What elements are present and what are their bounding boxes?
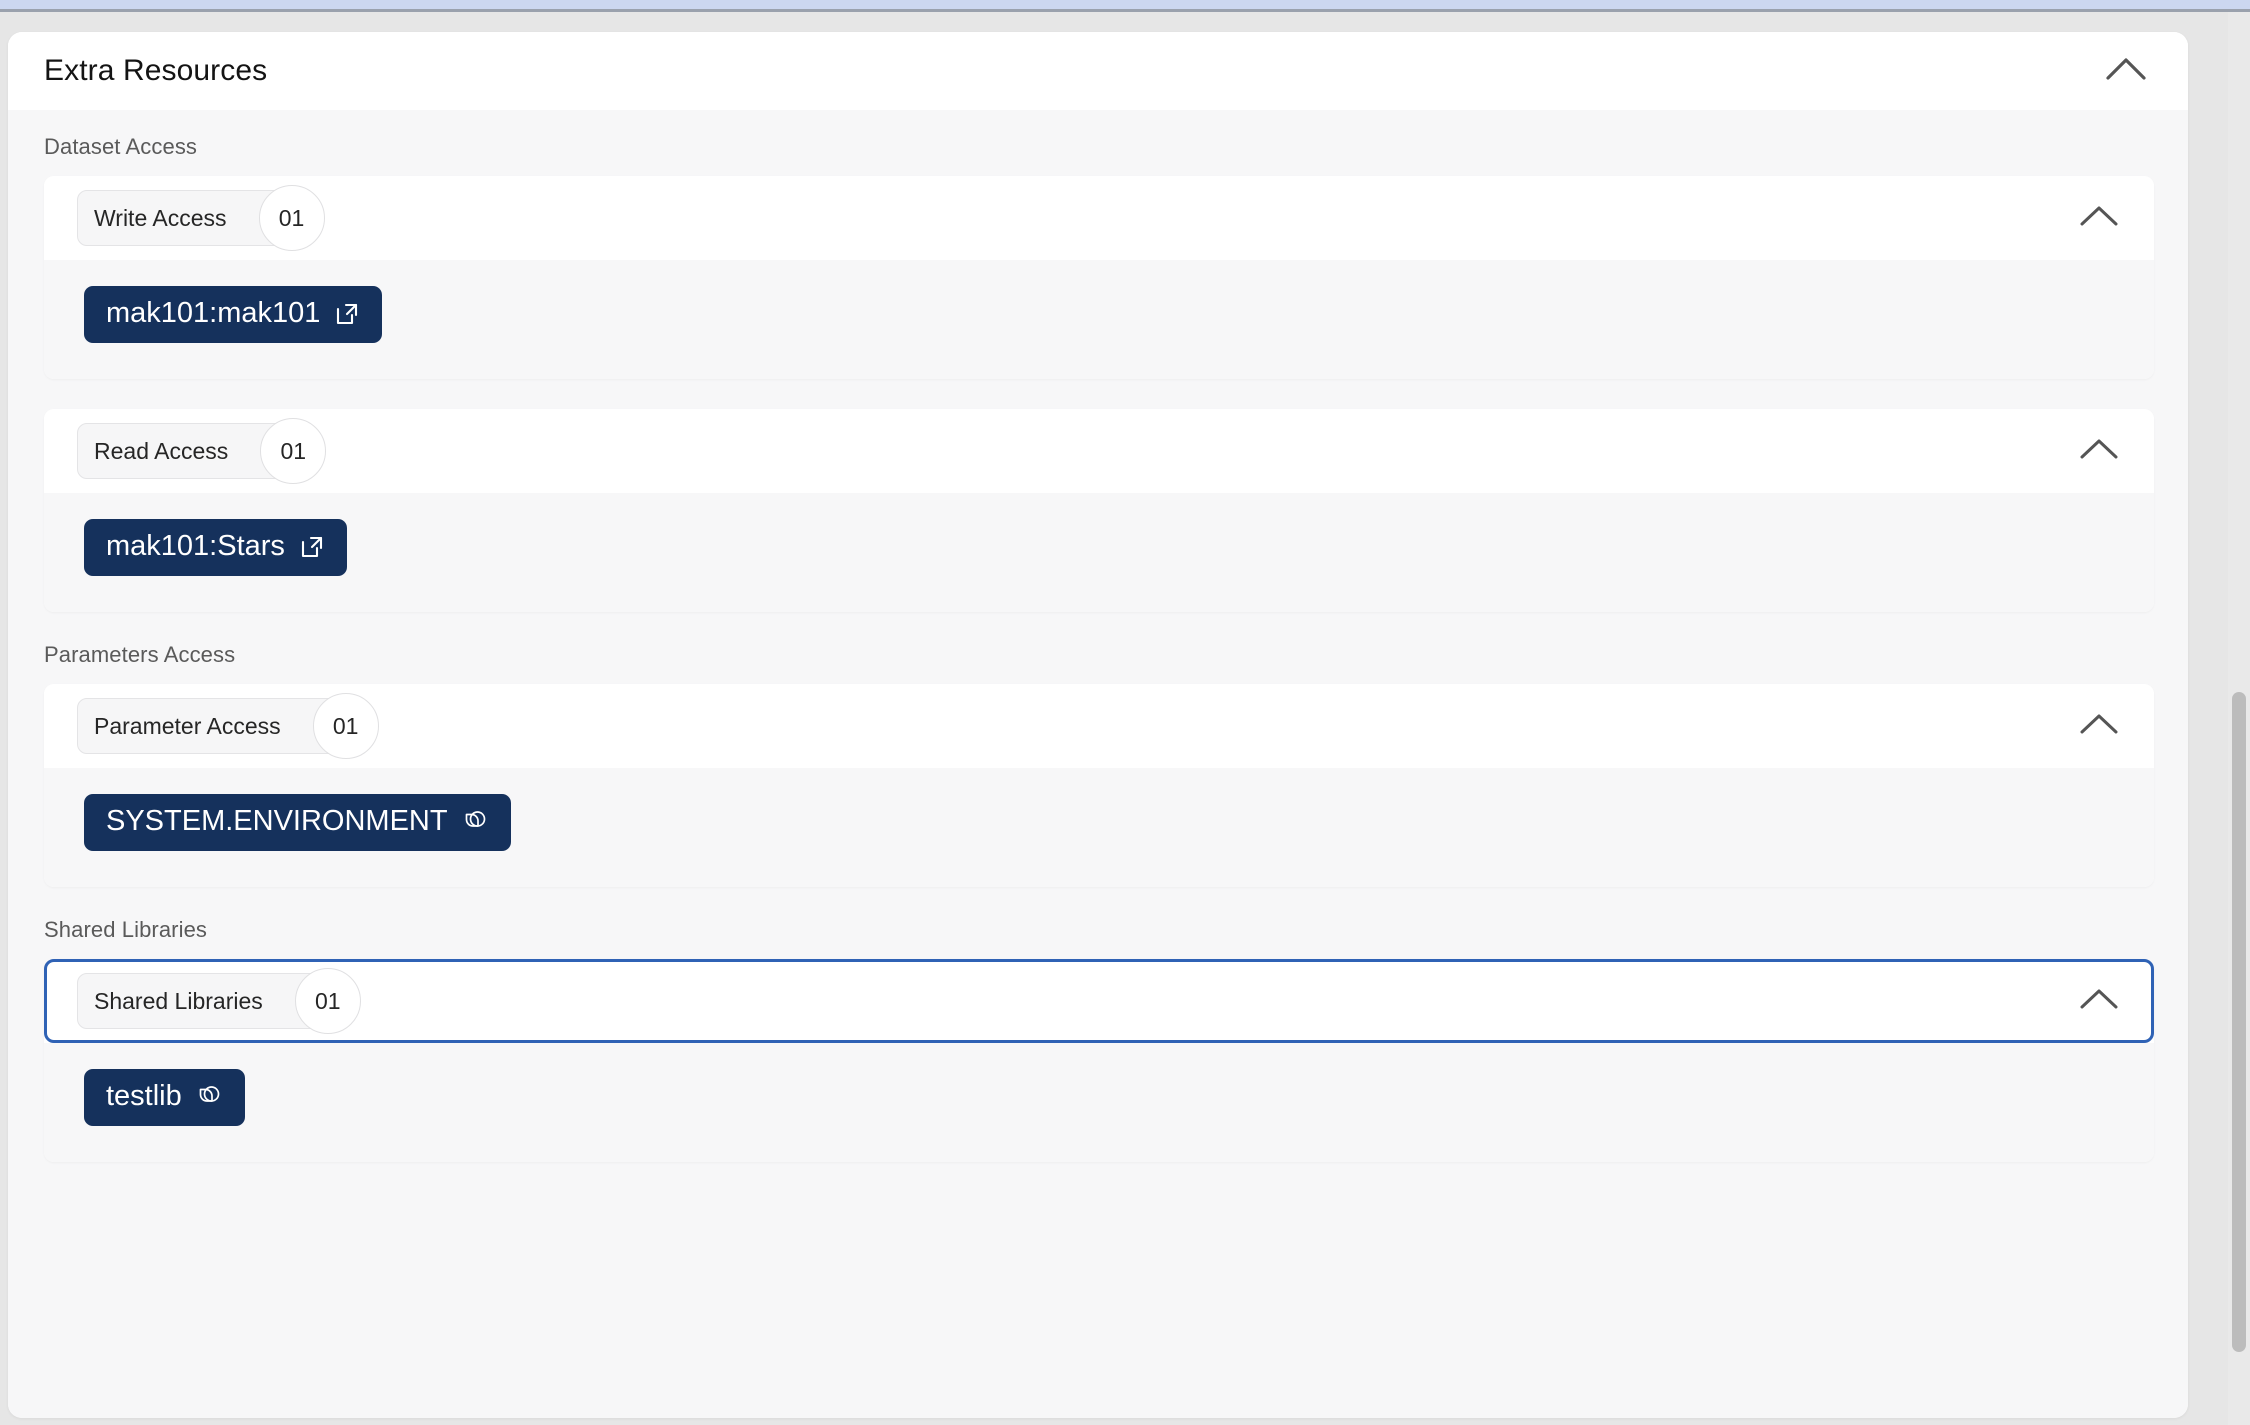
accordion-toggle-button[interactable] [2073,981,2125,1021]
accordion-panel: mak101:Stars [44,493,2154,612]
copy-circles-icon [462,808,489,835]
chevron-up-icon [2105,56,2147,87]
accordion-panel: SYSTEM.ENVIRONMENT [44,768,2154,887]
resource-chip-label: mak101:mak101 [106,297,321,329]
chevron-up-icon [2079,712,2119,741]
vertical-scrollbar-track[interactable] [2228,12,2250,1425]
window-accent-band [0,0,2250,9]
accordion: Read Access 01 mak101:Stars [44,409,2154,612]
accordion-label-pill: Parameter Access 01 [77,693,379,759]
accordion-toggle-button[interactable] [2073,431,2125,471]
accordion-header[interactable]: Write Access 01 [44,176,2154,260]
extra-resources-body: Dataset Access Write Access 01 mak101:mak10… [8,110,2188,1418]
resource-chip-label: SYSTEM.ENVIRONMENT [106,805,448,837]
resource-group-label: Shared Libraries [44,917,208,942]
accordion-header[interactable]: Read Access 01 [44,409,2154,493]
accordion-count-badge: 01 [294,968,361,1034]
accordion-label: Parameter Access [94,712,281,739]
resource-chip-label: testlib [106,1080,182,1112]
accordion-label: Shared Libraries [94,987,263,1014]
page-background: Extra Resources Dataset Access Write Acce… [0,12,2250,1425]
page-title: Extra Resources [44,54,268,87]
accordion: Parameter Access 01 SYSTEM.ENVIRONMENT [44,684,2154,887]
external-link-icon [334,301,360,327]
resource-chip[interactable]: mak101:mak101 [84,286,383,343]
accordion-panel: mak101:mak101 [44,260,2154,379]
accordion-panel: testlib [44,1043,2154,1162]
accordion: Write Access 01 mak101:mak101 [44,176,2154,379]
accordion-toggle-button[interactable] [2073,706,2125,746]
accordion-count-badge: 01 [260,418,327,484]
resource-chip[interactable]: mak101:Stars [84,519,347,576]
chevron-up-icon [2079,204,2119,233]
extra-resources-header[interactable]: Extra Resources [8,32,2188,110]
resource-group-label: Parameters Access [44,642,236,667]
copy-circles-icon [196,1083,223,1110]
accordion-count-badge: 01 [312,693,379,759]
panel-collapse-button[interactable] [2098,49,2154,93]
accordion-count-badge: 01 [258,185,325,251]
chevron-up-icon [2079,437,2119,466]
resource-group: Dataset Access Write Access 01 mak101:mak10… [44,136,2154,612]
vertical-scrollbar-thumb[interactable] [2232,692,2246,1352]
resource-group: Shared Libraries Shared Libraries 01 testli… [44,919,2154,1162]
resource-group: Parameters Access Parameter Access 01 SYSTE… [44,644,2154,887]
accordion-header[interactable]: Parameter Access 01 [44,684,2154,768]
accordion-label: Read Access [94,437,229,464]
extra-resources-card: Extra Resources Dataset Access Write Acce… [8,32,2188,1418]
accordion-label-pill: Shared Libraries 01 [77,968,361,1034]
resource-group-label: Dataset Access [44,134,198,159]
chevron-up-icon [2079,987,2119,1016]
accordion: Shared Libraries 01 testlib [44,959,2154,1162]
accordion-label: Write Access [94,204,227,231]
accordion-toggle-button[interactable] [2073,198,2125,238]
external-link-icon [299,534,325,560]
resource-chip-label: mak101:Stars [106,530,285,562]
accordion-label-pill: Write Access 01 [77,185,325,251]
accordion-header[interactable]: Shared Libraries 01 [44,959,2154,1043]
resource-chip[interactable]: testlib [84,1069,245,1126]
resource-chip[interactable]: SYSTEM.ENVIRONMENT [84,794,511,851]
accordion-label-pill: Read Access 01 [77,418,327,484]
